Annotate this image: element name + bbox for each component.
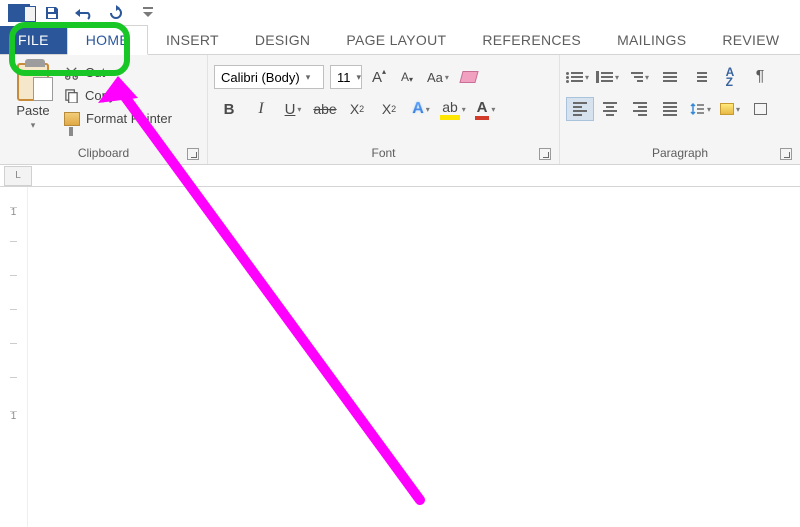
ruler-tick: 1: [0, 207, 27, 241]
group-clipboard-label: Clipboard: [78, 146, 129, 160]
subscript-button[interactable]: X2: [342, 97, 372, 121]
tab-file[interactable]: FILE: [0, 26, 67, 54]
shrink-font-button[interactable]: A▾: [396, 65, 418, 89]
decrease-indent-icon: [663, 72, 677, 82]
underline-button[interactable]: U▾: [278, 97, 308, 121]
change-case-button[interactable]: Aa▾: [424, 65, 452, 89]
numbering-icon: [601, 72, 613, 82]
sort-icon: AZ: [726, 67, 735, 87]
clear-formatting-button[interactable]: [458, 65, 480, 89]
ribbon: Paste ▾ Cut Copy Format Painter Clipbo: [0, 55, 800, 165]
chevron-down-icon: ▾: [357, 72, 362, 83]
eraser-icon: [459, 71, 478, 83]
justify-icon: [663, 102, 677, 116]
ruler-tick: [0, 377, 27, 411]
ruler-tick: [0, 343, 27, 377]
group-clipboard: Paste ▾ Cut Copy Format Painter Clipbo: [0, 55, 208, 164]
align-left-icon: [573, 102, 587, 116]
tab-design[interactable]: DESIGN: [237, 26, 328, 54]
borders-button[interactable]: [746, 97, 774, 121]
redo-icon[interactable]: [106, 5, 126, 21]
bullets-button[interactable]: ▾: [566, 65, 594, 89]
paste-dropdown-icon[interactable]: ▾: [31, 120, 36, 131]
tab-page-layout[interactable]: PAGE LAYOUT: [328, 26, 464, 54]
bullets-icon: [571, 72, 583, 82]
strikethrough-button[interactable]: abe: [310, 97, 340, 121]
ruler-vertical: 1 1: [0, 187, 28, 527]
align-center-button[interactable]: [596, 97, 624, 121]
tab-home[interactable]: HOME: [67, 25, 148, 55]
copy-label: Copy: [85, 88, 115, 103]
text-effects-button[interactable]: A▾: [406, 97, 436, 121]
italic-button[interactable]: I: [246, 97, 276, 121]
bold-button[interactable]: B: [214, 97, 244, 121]
save-icon[interactable]: [42, 5, 62, 21]
group-font: Calibri (Body) ▾ 11 ▾ A▴ A▾ Aa▾ B I U▾ a…: [208, 55, 560, 164]
format-painter-icon: [64, 112, 80, 126]
tab-insert[interactable]: INSERT: [148, 26, 237, 54]
paragraph-dialog-launcher-icon[interactable]: [780, 148, 792, 160]
grow-font-button[interactable]: A▴: [368, 65, 390, 89]
group-font-label: Font: [371, 146, 395, 160]
tab-review[interactable]: REVIEW: [704, 26, 785, 54]
chevron-down-icon: ▾: [306, 72, 311, 83]
cut-label: Cut: [85, 65, 105, 80]
group-paragraph-label: Paragraph: [652, 146, 708, 160]
decrease-indent-button[interactable]: [656, 65, 684, 89]
increase-indent-button[interactable]: [686, 65, 714, 89]
align-right-button[interactable]: [626, 97, 654, 121]
paste-icon[interactable]: [17, 63, 49, 101]
ruler-tick: [0, 275, 27, 309]
undo-icon[interactable]: [74, 5, 94, 21]
highlight-button[interactable]: ab▾: [438, 97, 468, 121]
sort-button[interactable]: AZ: [716, 65, 744, 89]
ruler-horizontal: L: [0, 165, 800, 187]
font-name-value: Calibri (Body): [221, 70, 300, 85]
ruler-tick: [0, 241, 27, 275]
font-name-combo[interactable]: Calibri (Body) ▾: [214, 65, 324, 89]
tab-mailings[interactable]: MAILINGS: [599, 26, 704, 54]
scissors-icon: [64, 65, 79, 80]
font-color-button[interactable]: A▾: [470, 97, 500, 121]
font-size-combo[interactable]: 11 ▾: [330, 65, 362, 89]
ruler-tick: 1: [0, 411, 27, 445]
font-dialog-launcher-icon[interactable]: [539, 148, 551, 160]
format-painter-label: Format Painter: [86, 111, 172, 126]
copy-button[interactable]: Copy: [64, 88, 172, 103]
shading-icon: [720, 103, 734, 115]
tab-references[interactable]: REFERENCES: [464, 26, 599, 54]
justify-button[interactable]: [656, 97, 684, 121]
align-right-icon: [633, 102, 647, 116]
font-size-value: 11: [337, 70, 351, 85]
quick-access-toolbar: [0, 0, 800, 25]
copy-icon: [64, 88, 79, 103]
paste-button[interactable]: Paste: [16, 103, 49, 118]
align-center-icon: [603, 102, 617, 116]
multilevel-list-button[interactable]: ▾: [626, 65, 654, 89]
superscript-button[interactable]: X2: [374, 97, 404, 121]
ruler-tick: [0, 309, 27, 343]
increase-indent-icon: [693, 72, 707, 82]
group-paragraph: ▾ ▾ ▾ AZ ¶: [560, 55, 800, 164]
shading-button[interactable]: ▾: [716, 97, 744, 121]
multilevel-icon: [631, 72, 643, 82]
line-spacing-icon: [689, 101, 705, 117]
cut-button[interactable]: Cut: [64, 65, 172, 80]
show-marks-button[interactable]: ¶: [746, 65, 774, 89]
align-left-button[interactable]: [566, 97, 594, 121]
word-app-icon: [8, 4, 30, 22]
clipboard-dialog-launcher-icon[interactable]: [187, 148, 199, 160]
format-painter-button[interactable]: Format Painter: [64, 111, 172, 126]
line-spacing-button[interactable]: ▾: [686, 97, 714, 121]
tab-selector[interactable]: L: [4, 166, 32, 186]
numbering-button[interactable]: ▾: [596, 65, 624, 89]
qat-customize-icon[interactable]: [138, 5, 158, 21]
ribbon-tabs: FILE HOME INSERT DESIGN PAGE LAYOUT REFE…: [0, 25, 800, 55]
borders-icon: [754, 103, 767, 115]
document-area: 1 1: [0, 187, 800, 527]
document-page[interactable]: [28, 187, 800, 527]
